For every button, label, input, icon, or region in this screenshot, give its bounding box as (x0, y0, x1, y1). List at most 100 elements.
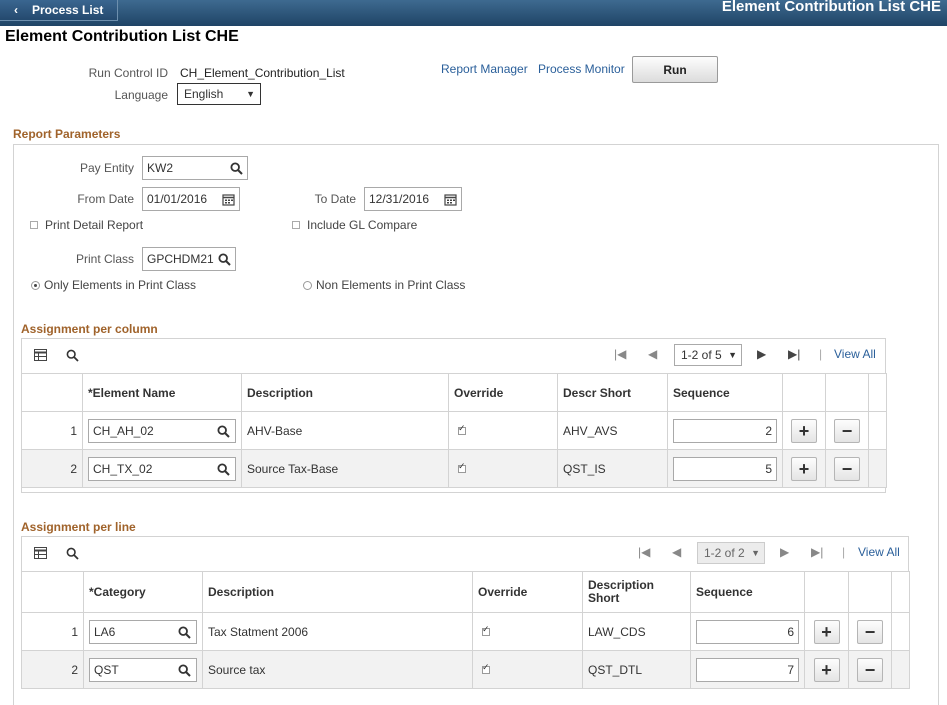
description-cell: AHV-Base (242, 412, 449, 450)
only-elements-label: Only Elements in Print Class (44, 278, 196, 292)
report-manager-link[interactable]: Report Manager (441, 62, 528, 76)
only-elements-radio[interactable] (31, 281, 40, 290)
add-row-button[interactable]: + (791, 457, 817, 481)
language-label: Language (60, 88, 168, 102)
override-checkbox[interactable] (458, 465, 466, 473)
search-icon[interactable] (218, 253, 231, 266)
personalize-grid-icon[interactable] (34, 547, 48, 560)
search-icon[interactable] (217, 425, 230, 438)
print-detail-checkbox[interactable] (30, 221, 38, 229)
include-gl-checkbox[interactable] (292, 221, 300, 229)
calendar-icon[interactable] (222, 193, 235, 206)
sequence-input[interactable]: 6 (696, 620, 799, 644)
search-icon[interactable] (178, 626, 191, 639)
delete-row-button[interactable]: − (857, 658, 883, 682)
col-sequence[interactable]: Sequence (668, 374, 783, 412)
pager-text: 1-2 of 2 (704, 546, 745, 560)
last-page-icon[interactable]: ▶| (811, 545, 823, 559)
dropdown-arrow-icon: ▼ (751, 543, 760, 563)
run-control-id-label: Run Control ID (60, 66, 168, 80)
add-row-button[interactable]: + (814, 620, 840, 644)
delete-row-button[interactable]: − (834, 457, 860, 481)
language-select[interactable]: English ▼ (177, 83, 261, 105)
personalize-grid-icon[interactable] (34, 349, 48, 362)
pay-entity-label: Pay Entity (40, 161, 134, 175)
delete-row-button[interactable]: − (834, 419, 860, 443)
col-description[interactable]: Description (203, 572, 473, 613)
add-row-button[interactable]: + (791, 419, 817, 443)
element-name-input[interactable]: CH_TX_02 (88, 457, 236, 481)
table-row: 1 CH_AH_02 AHV-Base AHV_AVS 2 + − (22, 412, 887, 450)
element-name-input[interactable]: CH_AH_02 (88, 419, 236, 443)
next-page-icon[interactable]: ▶ (780, 545, 789, 559)
print-class-value: GPCHDM21 (147, 252, 214, 266)
header-title: Element Contribution List CHE (722, 0, 941, 15)
from-date-value: 01/01/2016 (147, 192, 207, 206)
col-descr-short[interactable]: Descr Short (558, 374, 668, 412)
previous-page-icon[interactable]: ◀ (648, 347, 657, 361)
next-page-icon[interactable]: ▶ (757, 347, 766, 361)
from-date-input[interactable]: 01/01/2016 (142, 187, 240, 211)
search-icon[interactable] (230, 162, 243, 175)
dropdown-arrow-icon: ▼ (246, 84, 255, 104)
sequence-input[interactable]: 5 (673, 457, 777, 481)
col-sequence[interactable]: Sequence (691, 572, 805, 613)
run-button[interactable]: Run (632, 56, 718, 83)
override-checkbox[interactable] (482, 666, 490, 674)
override-checkbox[interactable] (458, 427, 466, 435)
col-override[interactable]: Override (449, 374, 558, 412)
description-cell: Source Tax-Base (242, 450, 449, 488)
non-elements-label: Non Elements in Print Class (316, 278, 465, 292)
per-column-grid-footer (21, 488, 886, 493)
delete-row-button[interactable]: − (857, 620, 883, 644)
row-number: 1 (22, 613, 84, 651)
element-name-value: CH_TX_02 (93, 462, 152, 476)
per-line-grid-toolbar: |◀ ◀ 1-2 of 2 ▼ ▶ ▶| | View All (21, 536, 909, 572)
per-column-grid: *Element Name Description Override Descr… (21, 373, 887, 488)
descr-short-cell: AHV_AVS (558, 412, 668, 450)
description-cell: Source tax (203, 651, 473, 689)
previous-page-icon[interactable]: ◀ (672, 545, 681, 559)
print-class-input[interactable]: GPCHDM21 (142, 247, 236, 271)
description-short-cell: LAW_CDS (583, 613, 691, 651)
find-icon[interactable] (66, 547, 79, 560)
assignment-per-line-heading: Assignment per line (21, 520, 136, 534)
pay-entity-input[interactable]: KW2 (142, 156, 248, 180)
to-date-input[interactable]: 12/31/2016 (364, 187, 462, 211)
category-input[interactable]: QST (89, 658, 197, 682)
add-row-button[interactable]: + (814, 658, 840, 682)
col-description-short[interactable]: Description Short (583, 572, 691, 613)
non-elements-radio[interactable] (303, 281, 312, 290)
table-row: 1 LA6 Tax Statment 2006 LAW_CDS 6 + − (22, 613, 910, 651)
col-description[interactable]: Description (242, 374, 449, 412)
print-detail-label: Print Detail Report (45, 218, 143, 232)
search-icon[interactable] (178, 664, 191, 677)
table-row: 2 QST Source tax QST_DTL 7 + − (22, 651, 910, 689)
back-button-label: Process List (32, 0, 103, 20)
search-icon[interactable] (217, 463, 230, 476)
back-to-process-list-button[interactable]: ‹ Process List (0, 0, 118, 21)
first-page-icon[interactable]: |◀ (638, 545, 650, 559)
first-page-icon[interactable]: |◀ (614, 347, 626, 361)
row-number: 1 (22, 412, 83, 450)
view-all-link[interactable]: View All (858, 545, 900, 559)
sequence-input[interactable]: 2 (673, 419, 777, 443)
category-input[interactable]: LA6 (89, 620, 197, 644)
per-line-pager[interactable]: 1-2 of 2 ▼ (697, 542, 765, 564)
element-name-value: CH_AH_02 (93, 424, 154, 438)
page-title: Element Contribution List CHE (5, 28, 239, 46)
category-value: LA6 (94, 625, 115, 639)
sequence-input[interactable]: 7 (696, 658, 799, 682)
col-category[interactable]: *Category (84, 572, 203, 613)
col-element-name[interactable]: *Element Name (83, 374, 242, 412)
per-column-pager[interactable]: 1-2 of 5 ▼ (674, 344, 742, 366)
last-page-icon[interactable]: ▶| (788, 347, 800, 361)
process-monitor-link[interactable]: Process Monitor (538, 62, 625, 76)
calendar-icon[interactable] (444, 193, 457, 206)
find-icon[interactable] (66, 349, 79, 362)
col-override[interactable]: Override (473, 572, 583, 613)
override-checkbox[interactable] (482, 628, 490, 636)
view-all-link[interactable]: View All (834, 347, 876, 361)
chevron-left-icon: ‹ (14, 0, 18, 20)
run-control-id-value: CH_Element_Contribution_List (180, 66, 345, 80)
